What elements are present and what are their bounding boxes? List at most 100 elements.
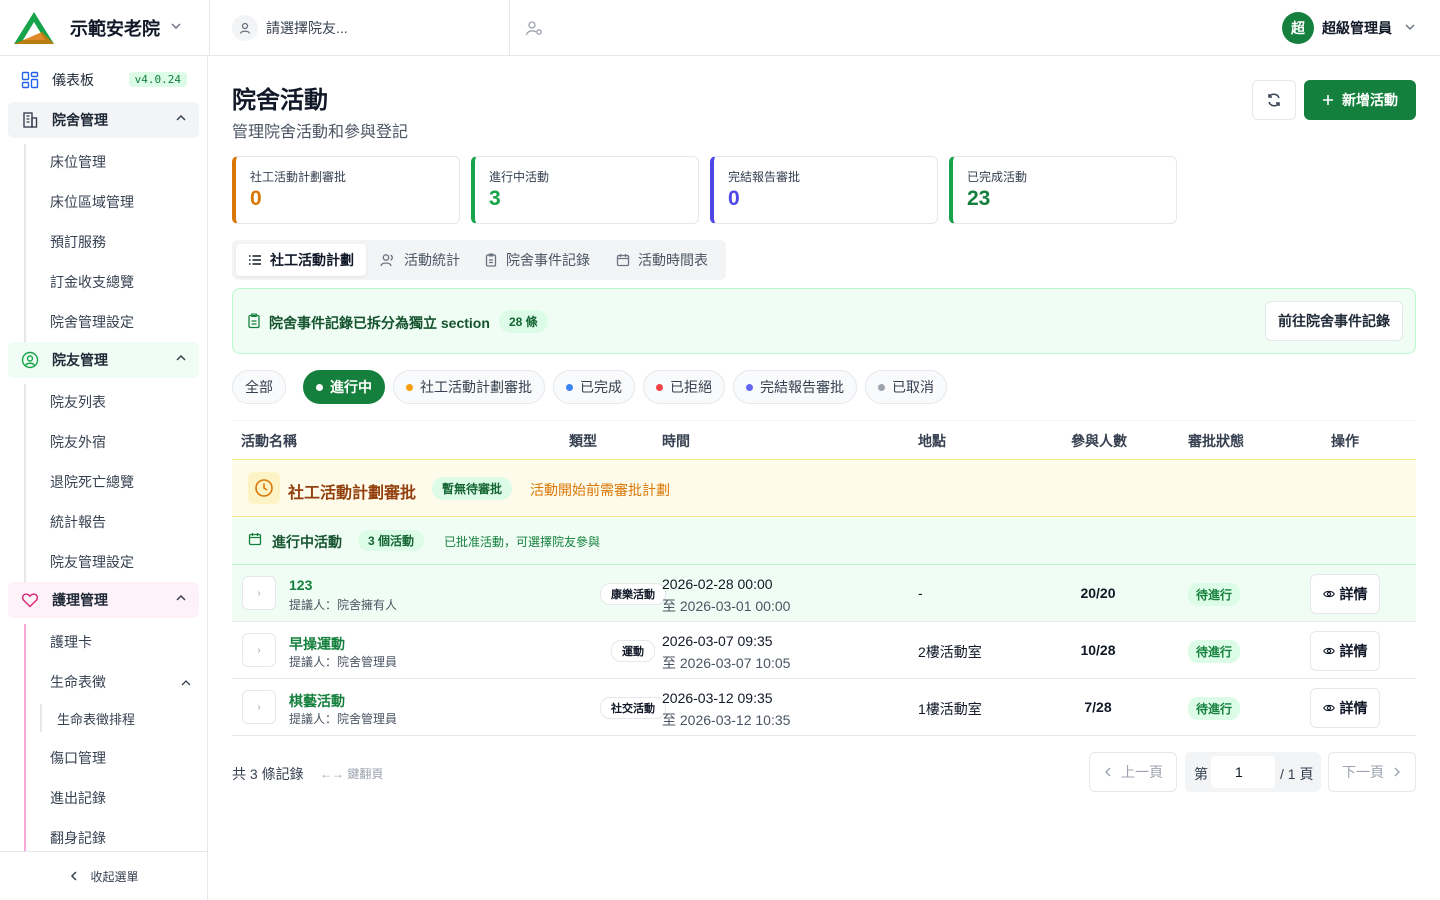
eye-icon [1322,645,1335,657]
resident-placeholder: 請選擇院友... [266,19,348,36]
refresh-icon [1268,93,1280,107]
filter-label: 全部 [245,379,273,395]
filter-completed[interactable]: 已完成 [553,370,635,404]
activity-end: 至 2026-03-12 10:35 [662,712,791,728]
sidebar-item-booking[interactable]: 預訂服務 [50,232,106,252]
filter-cancelled[interactable]: 已取消 [865,370,947,404]
filter-rejected[interactable]: 已拒絕 [643,370,725,404]
activities-table: 活動名稱 類型 時間 地點 參與人數 審批狀態 操作 社工活動計劃審批 暫無待審… [232,420,1416,736]
status-badge: 待進行 [1188,640,1241,663]
org-switcher[interactable]: 示範安老院 [0,0,210,55]
tab-label: 院舍事件記錄 [506,252,590,268]
clipboard-icon [484,253,498,267]
sidebar-item-vital-signs[interactable]: 生命表徵 [50,672,106,692]
tab-activity-schedule[interactable]: 活動時間表 [604,244,720,276]
sidebar-item-reports[interactable]: 統計報告 [50,512,106,532]
sidebar-item-facility-settings[interactable]: 院舍管理設定 [50,312,134,332]
sidebar-item-resident-leave[interactable]: 院友外宿 [50,432,106,452]
calendar-icon [616,253,630,267]
add-activity-button[interactable]: 新增活動 [1304,80,1416,120]
user-menu[interactable]: 超 超級管理員 [1282,12,1416,44]
sidebar-item-bed-management[interactable]: 床位管理 [50,152,106,172]
activity-location: 2樓活動室 [918,644,982,660]
sidebar-item-dashboard[interactable]: 儀表板 v4.0.24 [8,62,199,98]
details-button[interactable]: 詳情 [1310,631,1380,671]
prev-page-button[interactable]: 上一頁 [1089,752,1177,792]
chevron-left-icon [68,870,80,882]
page-prefix: 第 [1194,766,1208,782]
sidebar-item-label: 儀表板 [52,72,94,88]
chevron-up-icon[interactable] [180,676,192,692]
status-dot [566,383,573,391]
table-row[interactable]: › 棋藝活動 提議人：院舍管理員 社交活動 2026-03-12 09:35 至… [232,679,1416,736]
filter-report-approval[interactable]: 完結報告審批 [733,370,857,404]
details-button[interactable]: 詳情 [1310,574,1380,614]
sidebar-group-label: 護理管理 [52,592,108,608]
tab-activity-plans[interactable]: 社工活動計劃 [236,244,366,276]
sidebar-group-residents[interactable]: 院友管理 [8,342,199,378]
refresh-button[interactable] [1252,80,1296,120]
table-row[interactable]: › 早操運動 提議人：院舍管理員 運動 2026-03-07 09:35 至 2… [232,622,1416,679]
activity-name[interactable]: 123 [289,577,312,593]
user-name: 超級管理員 [1322,20,1392,36]
stat-card-plan-approval: 社工活動計劃審批 0 [232,156,460,224]
activity-location: - [918,585,923,601]
sidebar-item-in-out[interactable]: 進出記錄 [50,788,106,808]
collapse-sidebar-button[interactable]: 收起選單 [0,851,207,900]
sidebar-item-care-card[interactable]: 護理卡 [50,632,92,652]
filter-in-progress[interactable]: 進行中 [303,370,385,404]
activity-location: 1樓活動室 [918,701,982,717]
divider [24,144,26,344]
filter-plan-approval[interactable]: 社工活動計劃審批 [393,370,545,404]
table-row[interactable]: › 123 提議人：院舍擁有人 康樂活動 2026-02-28 00:00 至 … [232,565,1416,622]
participant-count: 20/20 [1080,585,1116,601]
details-label: 詳情 [1339,586,1368,602]
sidebar-item-turning[interactable]: 翻身記錄 [50,828,106,848]
next-label: 下一頁 [1342,764,1384,780]
group-note: 活動開始前需審批計劃 [530,482,670,498]
avatar: 超 [1282,12,1314,44]
sidebar-item-discharge[interactable]: 退院死亡總覽 [50,472,134,492]
type-badge: 康樂活動 [600,583,666,605]
stat-label: 已完成活動 [967,170,1028,184]
sidebar-item-vital-schedule[interactable]: 生命表徵排程 [57,710,135,730]
column-header: 活動名稱 [241,433,297,449]
expand-row-button[interactable]: › [242,690,276,724]
user-settings-icon[interactable] [524,18,544,38]
details-label: 詳情 [1339,700,1368,716]
tab-activity-stats[interactable]: 活動統計 [368,244,472,276]
page-number-input[interactable] [1211,756,1275,788]
activity-proposer: 提議人：院舍管理員 [289,712,398,726]
tab-label: 活動時間表 [638,252,708,268]
clock-icon [248,472,280,504]
logo-icon [14,11,54,44]
stat-value: 0 [728,187,740,210]
stat-card-completed: 已完成活動 23 [949,156,1177,224]
plus-icon [1322,94,1334,106]
chevron-down-icon [170,20,182,35]
sidebar-item-resident-settings[interactable]: 院友管理設定 [50,552,134,572]
sidebar-item-deposit[interactable]: 訂金收支總覽 [50,272,134,292]
expand-row-button[interactable]: › [242,633,276,667]
activity-name[interactable]: 棋藝活動 [289,691,345,711]
filter-all[interactable]: 全部 [232,370,286,404]
column-header: 參與人數 [1071,433,1127,449]
page-title: 院舍活動 [232,87,328,114]
sidebar-group-nursing[interactable]: 護理管理 [8,582,199,618]
next-page-button[interactable]: 下一頁 [1328,752,1416,792]
expand-row-button[interactable]: › [242,576,276,610]
goto-incident-records-button[interactable]: 前往院舍事件記錄 [1265,301,1403,341]
resident-selector[interactable]: 請選擇院友... [210,0,510,56]
group-title: 社工活動計劃審批 [288,485,417,502]
sidebar-group-facility[interactable]: 院舍管理 [8,102,199,138]
chevron-up-icon [175,592,187,607]
sidebar-item-resident-list[interactable]: 院友列表 [50,392,106,412]
activity-name[interactable]: 早操運動 [289,634,345,654]
sidebar-item-bed-zone[interactable]: 床位區域管理 [50,192,134,212]
details-button[interactable]: 詳情 [1310,688,1380,728]
tab-incident-records[interactable]: 院舍事件記錄 [472,244,602,276]
sidebar-item-wound[interactable]: 傷口管理 [50,748,106,768]
sidebar-group-label: 院友管理 [52,352,108,368]
notice-banner: 院舍事件記錄已拆分為獨立 section 28 條 前往院舍事件記錄 [232,288,1416,354]
stat-value: 23 [967,187,991,210]
